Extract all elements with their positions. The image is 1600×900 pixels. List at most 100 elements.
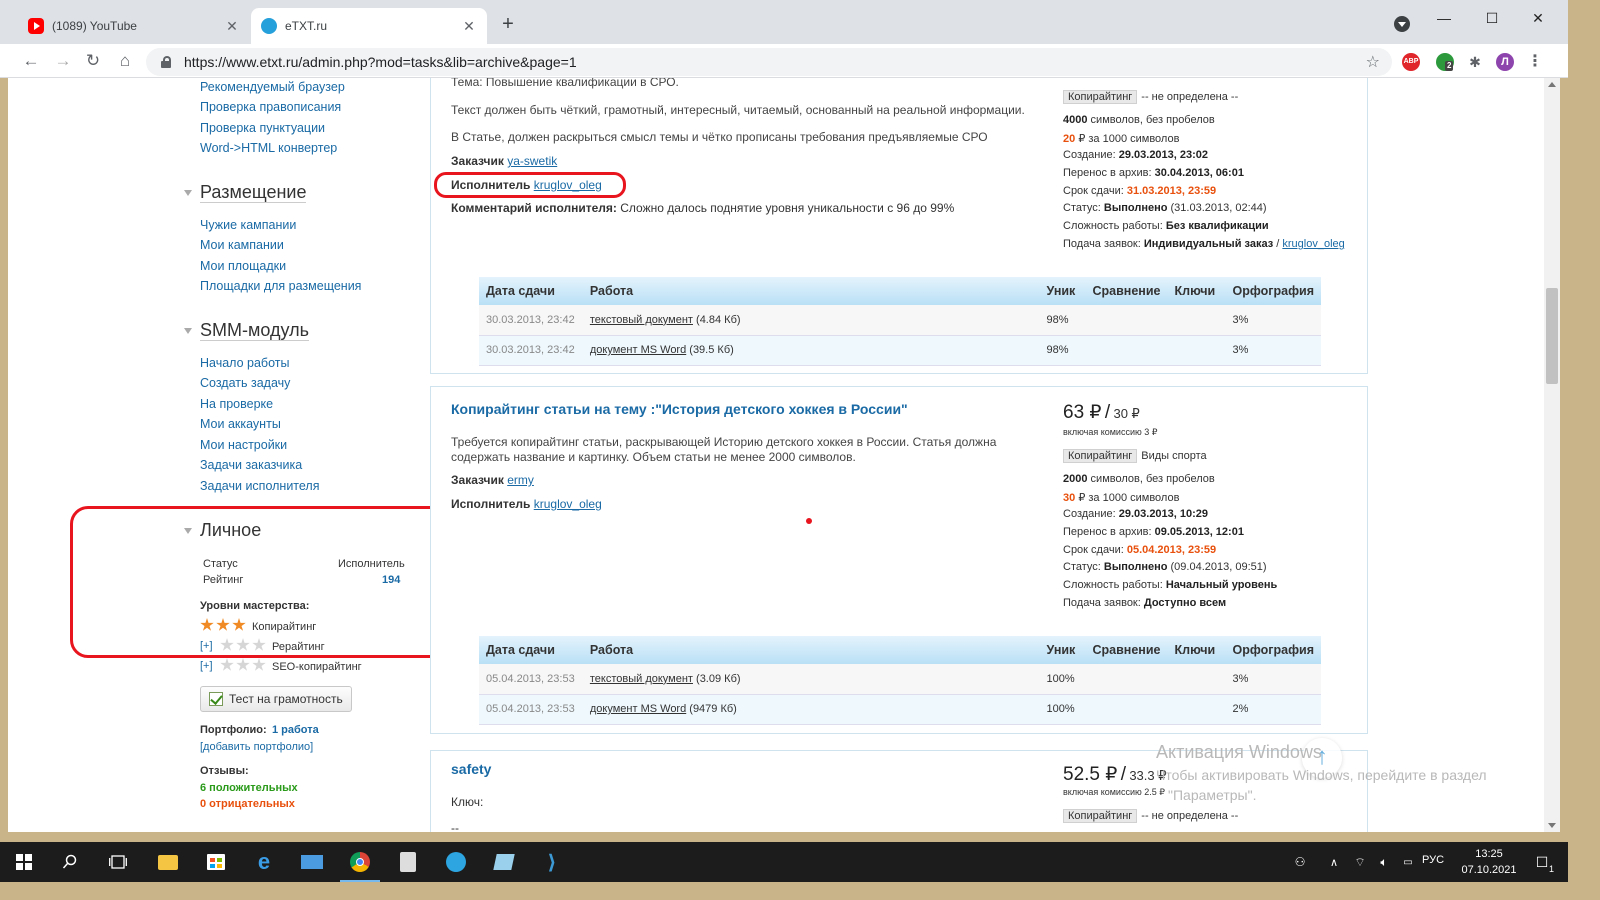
task-title-link[interactable]: safety [451,761,491,777]
task-deadline: Срок сдачи: 05.04.2013, 23:59 [1063,544,1217,556]
new-tab-button[interactable]: + [498,14,518,34]
profile-avatar[interactable]: Л [1496,53,1514,71]
tab-search-icon[interactable] [1394,16,1410,32]
sidebar-link-smm-create[interactable]: Создать задачу [200,376,290,390]
sidebar-link-smm-performer-tasks[interactable]: Задачи исполнителя [200,479,319,493]
work-compare [1085,694,1168,725]
task-category: Копирайтинг Виды спорта [1063,449,1207,463]
store-icon[interactable] [202,848,230,876]
work-keys [1167,335,1226,366]
sidebar-link-my-campaigns[interactable]: Мои кампании [200,238,284,252]
sidebar-link-placement-sites[interactable]: Площадки для размещения [200,279,361,293]
customer-link[interactable]: ermy [507,473,534,487]
sidebar-link-spelling[interactable]: Проверка правописания [200,100,341,114]
work-file-link[interactable]: текстовый документ [590,314,693,326]
tab-etxt[interactable]: eTXT.ru ✕ [251,8,487,44]
task-description: Требуется копирайтинг статьи, раскрывающ… [451,435,997,464]
sidebar-link-smm-accounts[interactable]: Мои аккаунты [200,417,281,431]
work-date: 30.03.2013, 23:42 [479,305,583,336]
section-heading-smm[interactable]: SMM-модуль [184,320,309,341]
sidebar-link-smm-customer-tasks[interactable]: Задачи заказчика [200,458,302,472]
tab-title: eTXT.ru [285,19,328,33]
close-icon[interactable]: ✕ [461,18,477,34]
window-close-button[interactable]: ✕ [1518,6,1558,30]
notifications-icon[interactable]: ☐ 1 [1528,848,1556,876]
adblock-icon[interactable]: ABP [1402,53,1420,71]
telegram-icon[interactable] [442,848,470,876]
forward-button[interactable]: → [52,50,74,72]
col-header-compare: Сравнение [1085,277,1168,305]
search-icon[interactable] [56,848,84,876]
edge-icon[interactable]: e [250,848,278,876]
task-apply: Подача заявок: Индивидуальный заказ / kr… [1063,238,1345,250]
works-table: Дата сдачи Работа Уник Сравнение Ключи О… [479,636,1321,725]
work-file-link[interactable]: документ MS Word [590,344,686,356]
app-icon[interactable] [490,848,518,876]
bookmark-star-icon[interactable]: ☆ [1366,52,1380,72]
sidebar-link-my-sites[interactable]: Мои площадки [200,259,286,273]
sidebar-link-word-html[interactable]: Word->HTML конвертер [200,141,337,155]
language-indicator[interactable]: РУС [1422,854,1444,866]
sidebar-link-smm-start[interactable]: Начало работы [200,356,289,370]
tab-youtube[interactable]: (1089) YouTube ✕ [18,8,250,44]
battery-icon[interactable]: ▭ [1394,848,1422,876]
category-tag: Копирайтинг [1063,809,1138,823]
task-price: 52.5 ₽ / 33.3 ₽ [1063,764,1167,785]
performer-link[interactable]: kruglov_oleg [534,497,602,511]
telegram-glyph-icon [446,852,466,872]
chevron-up-icon[interactable]: ∧ [1320,848,1348,876]
calculator-glyph-icon [400,852,416,872]
works-table: Дата сдачи Работа Уник Сравнение Ключи О… [479,277,1321,366]
portfolio-link[interactable]: 1 работа [272,724,319,736]
scroll-up-arrow-icon[interactable] [1548,82,1556,87]
menu-kebab-icon[interactable]: ⋮ [1526,53,1544,71]
apply-user-link[interactable]: kruglov_oleg [1282,238,1344,250]
work-file-link[interactable]: текстовый документ [590,673,693,685]
puzzle-extensions-icon[interactable]: ✱ [1466,53,1484,71]
start-button[interactable] [10,848,38,876]
col-header-unique: Уник [1039,636,1086,664]
sidebar-link-smm-review[interactable]: На проверке [200,397,273,411]
task-status: Статус: Выполнено (09.04.2013, 09:51) [1063,561,1267,573]
reviews-positive-link[interactable]: 6 положительных [200,782,298,794]
vertical-scrollbar[interactable] [1544,78,1560,832]
sidebar-link-smm-settings[interactable]: Мои настройки [200,438,287,452]
grammar-test-button[interactable]: Тест на грамотность [200,686,352,712]
col-header-date: Дата сдачи [479,277,583,305]
windows-taskbar: e ⟩ ⚇ ∧ ⌔ 🔈︎ ▭ РУС 13:25 07.10.2021 ☐ 1 [0,842,1568,882]
add-skill-seo-link[interactable]: [+] [200,660,213,672]
task-view-icon[interactable] [104,848,132,876]
reload-button[interactable]: ↻ [82,50,104,72]
task-key-value: -- [451,821,459,832]
sidebar-link-browser[interactable]: Рекомендуемый браузер [200,80,345,94]
address-bar[interactable]: https://www.etxt.ru/admin.php?mod=tasks&… [146,48,1392,76]
people-icon[interactable]: ⚇ [1286,848,1314,876]
customer-link[interactable]: ya-swetik [507,154,557,168]
minimize-button[interactable]: — [1424,6,1464,30]
scroll-down-arrow-icon[interactable] [1548,823,1556,828]
add-portfolio-link[interactable]: [добавить портфолио] [200,741,313,753]
section-heading-placement[interactable]: Размещение [184,182,307,203]
reviews-negative-link[interactable]: 0 отрицательных [200,798,295,810]
close-icon[interactable]: ✕ [224,18,240,34]
scrollbar-thumb[interactable] [1546,288,1558,384]
vscode-icon[interactable]: ⟩ [538,848,566,876]
task-deadline: Срок сдачи: 31.03.2013, 23:59 [1063,185,1217,197]
calculator-icon[interactable] [394,848,422,876]
home-button[interactable]: ⌂ [114,50,136,72]
task-title-link[interactable]: Копирайтинг статьи на тему :"История дет… [451,401,908,417]
sidebar-link-foreign-campaigns[interactable]: Чужие кампании [200,218,296,232]
file-explorer-icon[interactable] [154,848,182,876]
back-button[interactable]: ← [20,50,42,72]
chrome-icon[interactable] [340,848,380,882]
maximize-button[interactable]: ☐ [1472,6,1512,30]
clock[interactable]: 13:25 07.10.2021 [1460,846,1518,878]
work-file-link[interactable]: документ MS Word [590,703,686,715]
mail-icon[interactable] [298,848,326,876]
tab-title: (1089) YouTube [52,19,137,33]
category-tag: Копирайтинг [1063,90,1138,104]
work-keys [1167,664,1226,695]
work-unique: 100% [1039,694,1086,725]
shield-extension-icon[interactable]: 2 [1436,53,1454,71]
sidebar-link-punctuation[interactable]: Проверка пунктуации [200,121,325,135]
